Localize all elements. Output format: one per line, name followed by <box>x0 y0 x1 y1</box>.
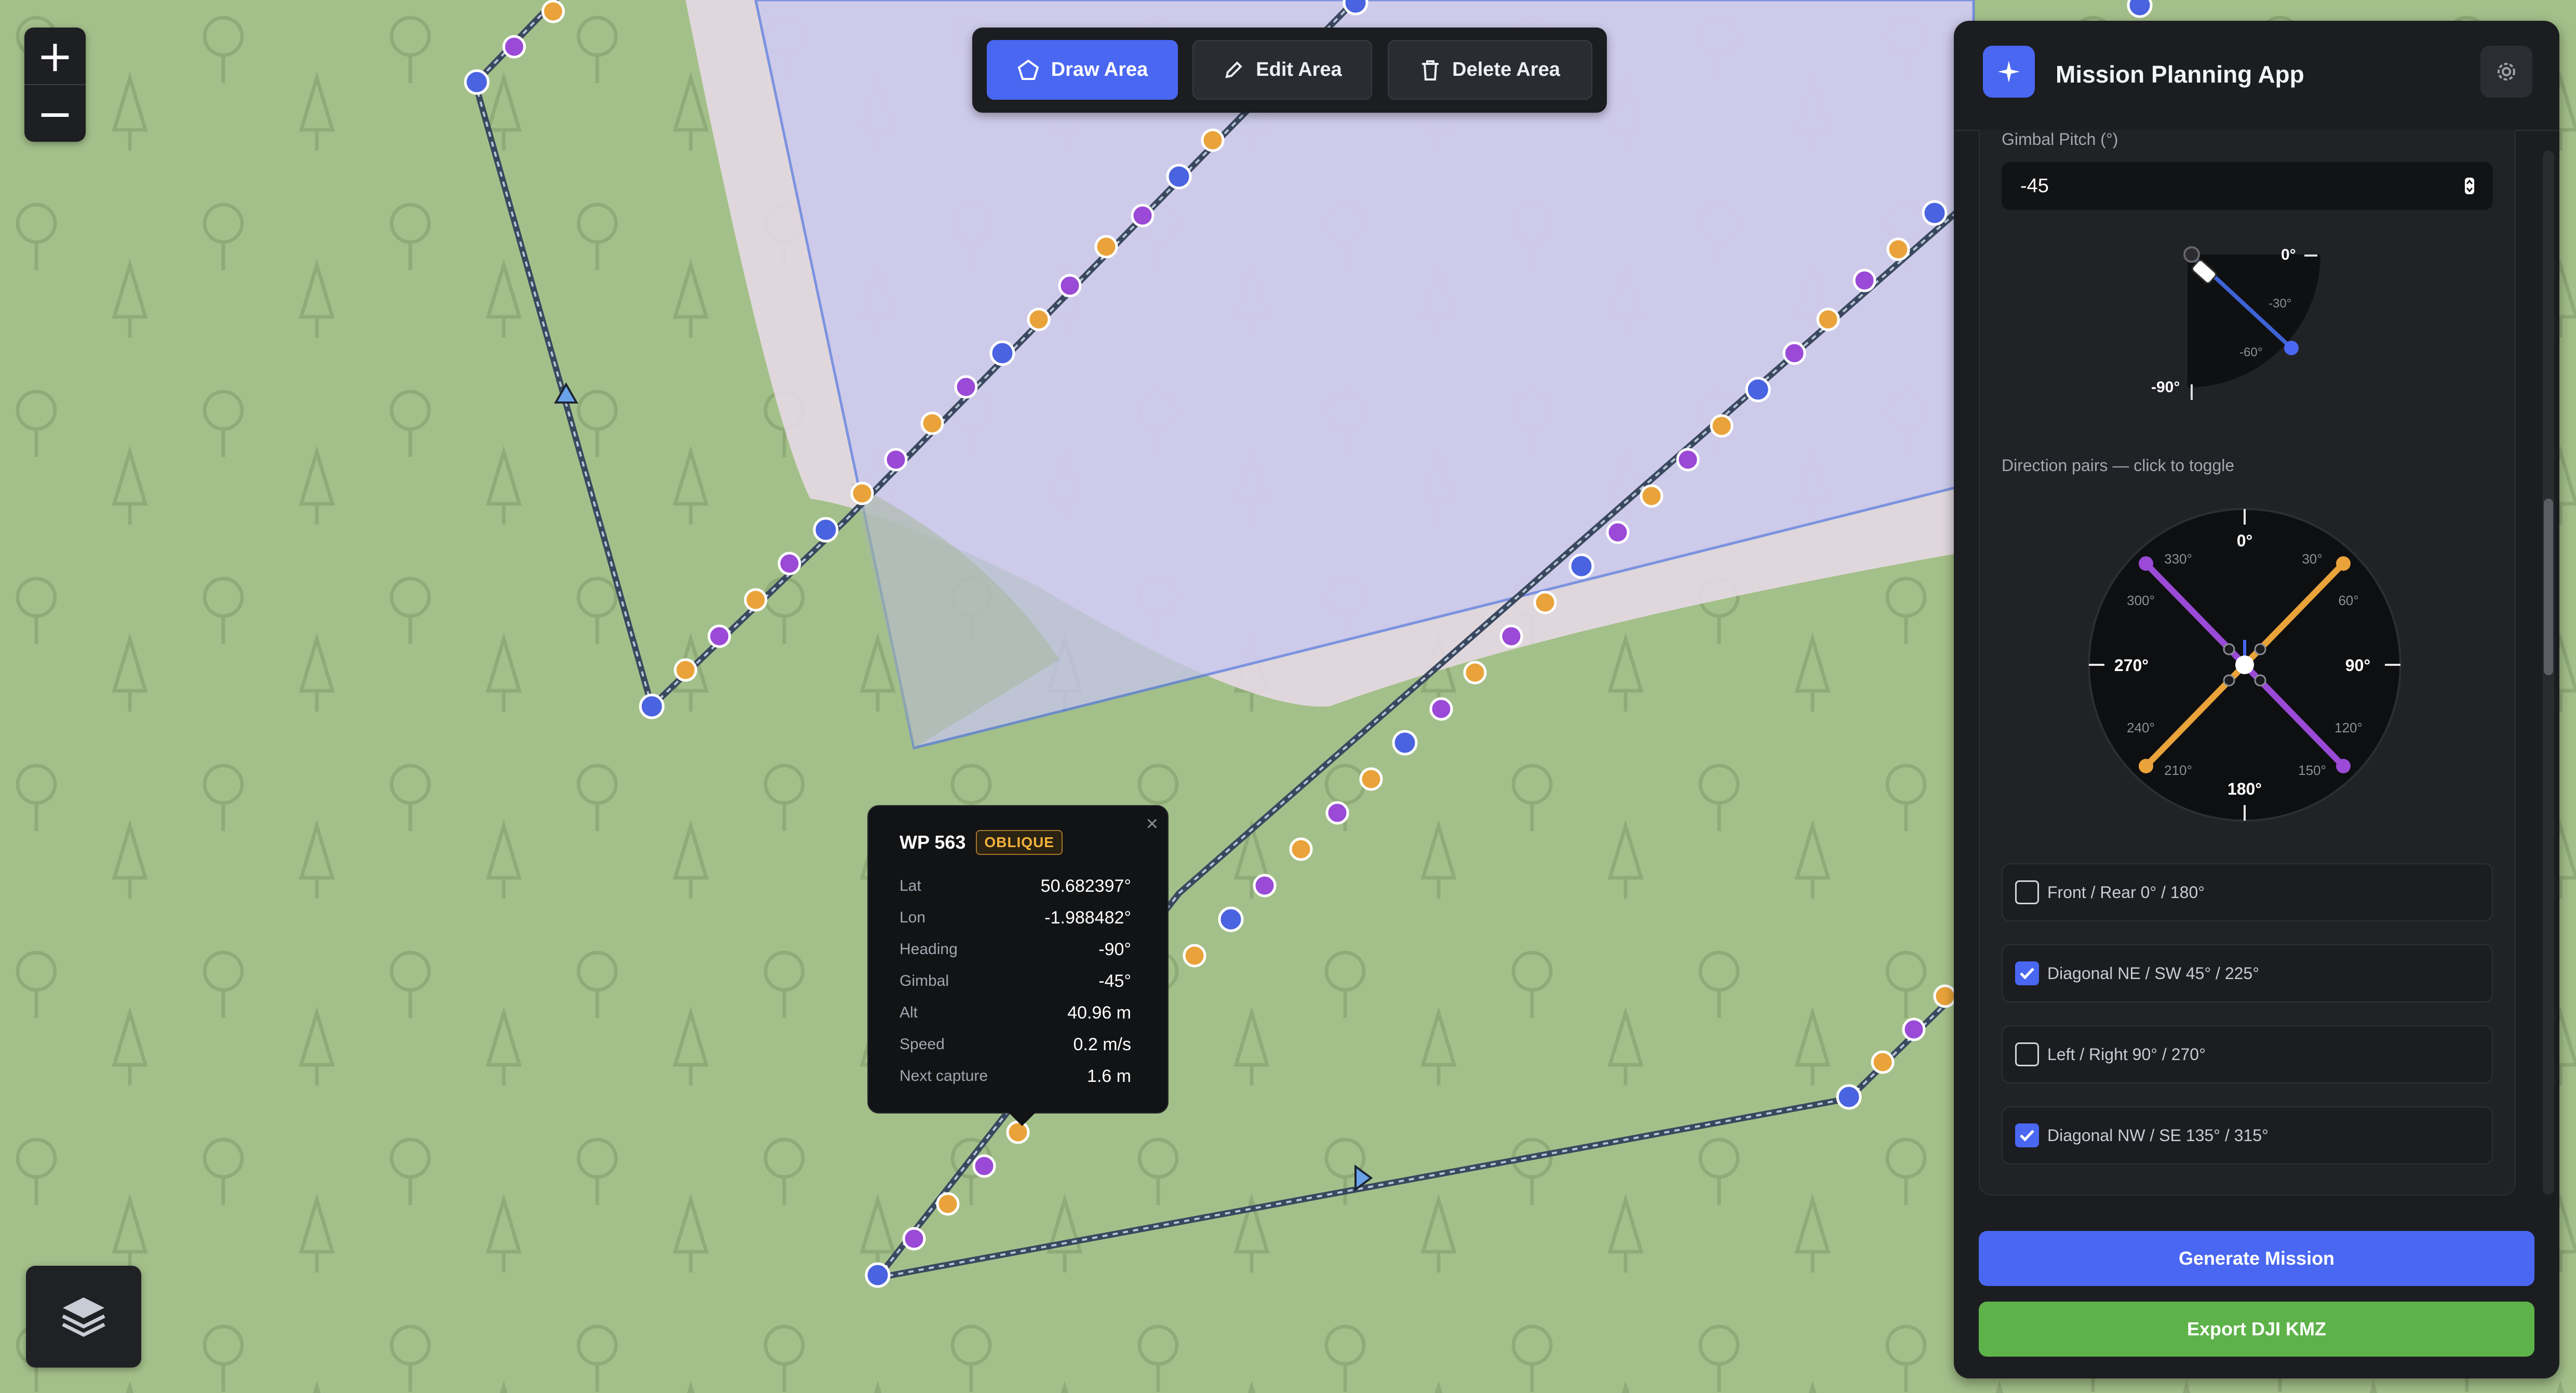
pair-label: Diagonal NW / SE 135° / 315° <box>2047 1126 2269 1145</box>
pitch-minus90-label: -90° <box>2151 379 2180 396</box>
popup-key: Lat <box>900 877 921 894</box>
scrollbar-thumb[interactable] <box>2544 499 2553 675</box>
layers-button[interactable] <box>26 1266 141 1368</box>
pair-diagonal-nw-se[interactable]: Diagonal NW / SE 135° / 315° <box>2002 1106 2493 1164</box>
compass-150-label: 150° <box>2298 762 2326 778</box>
popup-key: Lon <box>900 909 926 926</box>
pair-left-right[interactable]: Left / Right 90° / 270° <box>2002 1025 2493 1083</box>
pair-diagonal-ne-sw[interactable]: Diagonal NE / SW 45° / 225° <box>2002 944 2493 1002</box>
zoom-control: + − <box>24 28 86 142</box>
popup-key: Alt <box>900 1004 918 1021</box>
gimbal-pitch-input[interactable]: -45 <box>2002 162 2493 210</box>
pitch-minus60-label: -60° <box>2239 345 2262 359</box>
delete-area-label: Delete Area <box>1452 59 1560 81</box>
popup-row-lat: Lat 50.682397° <box>900 870 1131 902</box>
waypoint-popup: × WP 563 OBLIQUE Lat 50.682397° Lon -1.988… <box>867 805 1169 1126</box>
compass-330-label: 330° <box>2164 551 2192 567</box>
pitch-zero-label: 0° <box>2281 246 2296 263</box>
zoom-out-button[interactable]: − <box>24 85 86 142</box>
popup-value: 0.2 m/s <box>1073 1034 1131 1054</box>
pair-checkbox[interactable] <box>2015 880 2039 904</box>
popup-header: WP 563 OBLIQUE <box>900 830 1063 855</box>
popup-title: WP 563 <box>900 832 966 853</box>
panel-scrollbar[interactable] <box>2543 151 2554 1195</box>
compass-w-label: 270° <box>2114 656 2149 675</box>
pitch-minus30-label: -30° <box>2269 297 2291 311</box>
pair-checkbox[interactable] <box>2015 1123 2039 1147</box>
pitch-gauge[interactable]: 0° -30° -60° -90° <box>2136 234 2354 431</box>
compass-300-label: 300° <box>2127 593 2155 608</box>
popup-row-gimbal: Gimbal -45° <box>900 966 1131 997</box>
edit-area-label: Edit Area <box>1256 59 1342 81</box>
compass-n-label: 0° <box>2237 531 2253 550</box>
popup-key: Gimbal <box>900 972 949 989</box>
layers-icon <box>62 1297 105 1337</box>
pair-label: Left / Right 90° / 270° <box>2047 1044 2206 1064</box>
check-icon <box>2020 1130 2034 1142</box>
compass-120-label: 120° <box>2334 720 2363 735</box>
popup-value: 50.682397° <box>1040 876 1131 896</box>
zoom-in-button[interactable]: + <box>24 28 86 84</box>
app-title: Mission Planning App <box>2056 61 2304 88</box>
popup-key: Next capture <box>900 1067 988 1084</box>
pencil-icon <box>1225 61 1243 78</box>
check-icon <box>2020 968 2034 980</box>
stepper-icon[interactable] <box>2464 177 2475 195</box>
compass-s-label: 180° <box>2228 780 2262 798</box>
pair-label: Front / Rear 0° / 180° <box>2047 882 2205 902</box>
trash-icon <box>1422 60 1439 81</box>
pair-checkbox[interactable] <box>2015 961 2039 985</box>
gear-icon <box>2498 63 2515 81</box>
sparkle-icon <box>1998 61 2020 83</box>
pair-label: Diagonal NE / SW 45° / 225° <box>2047 963 2260 983</box>
pair-front-rear[interactable]: Front / Rear 0° / 180° <box>2002 863 2493 921</box>
popup-row-next-capture: Next capture 1.6 m <box>900 1061 1131 1092</box>
edit-area-button[interactable]: Edit Area <box>1192 40 1372 100</box>
panel-header: Mission Planning App <box>1954 21 2559 131</box>
popup-row-heading: Heading -90° <box>900 934 1131 965</box>
delete-area-button[interactable]: Delete Area <box>1388 40 1592 100</box>
compass-60-label: 60° <box>2338 593 2358 608</box>
direction-compass[interactable]: 0° 90° 180° 270° 30° 60° 120° 150° 210° … <box>2084 504 2406 826</box>
compass-30-label: 30° <box>2302 551 2322 567</box>
settings-button[interactable] <box>2480 46 2532 98</box>
generate-mission-button[interactable]: Generate Mission <box>1979 1231 2534 1286</box>
popup-value: 1.6 m <box>1086 1066 1131 1086</box>
draw-area-label: Draw Area <box>1051 59 1148 81</box>
app-logo <box>1983 46 2035 98</box>
draw-area-button[interactable]: Draw Area <box>987 40 1178 100</box>
gimbal-pitch-value: -45 <box>2020 175 2049 197</box>
compass-240-label: 240° <box>2127 720 2155 735</box>
pentagon-icon <box>1017 59 1039 80</box>
mode-badge: OBLIQUE <box>976 830 1063 855</box>
popup-value: 40.96 m <box>1067 1002 1131 1023</box>
drawing-toolbar: Draw Area Edit Area Delete Area <box>972 28 1607 113</box>
gimbal-pitch-label: Gimbal Pitch (°) <box>2002 130 2118 149</box>
popup-value: -45° <box>1098 971 1131 991</box>
panel-body: Gimbal Pitch (°) -45 0° -30° -60° -90° D… <box>1979 130 2516 1196</box>
compass-e-label: 90° <box>2345 656 2370 675</box>
mission-panel: Mission Planning App Gimbal Pitch (°) -4… <box>1954 21 2559 1378</box>
popup-row-lon: Lon -1.988482° <box>900 902 1131 933</box>
export-kmz-button[interactable]: Export DJI KMZ <box>1979 1302 2534 1357</box>
popup-key: Speed <box>900 1036 945 1053</box>
popup-close-button[interactable]: × <box>1146 812 1158 836</box>
compass-210-label: 210° <box>2164 762 2192 778</box>
popup-tail <box>1009 1113 1036 1126</box>
popup-value: -1.988482° <box>1044 907 1131 928</box>
popup-row-alt: Alt 40.96 m <box>900 997 1131 1028</box>
pair-checkbox[interactable] <box>2015 1042 2039 1066</box>
popup-key: Heading <box>900 941 958 958</box>
popup-row-speed: Speed 0.2 m/s <box>900 1029 1131 1060</box>
popup-value: -90° <box>1098 939 1131 959</box>
direction-pairs-label: Direction pairs — click to toggle <box>2002 456 2235 475</box>
